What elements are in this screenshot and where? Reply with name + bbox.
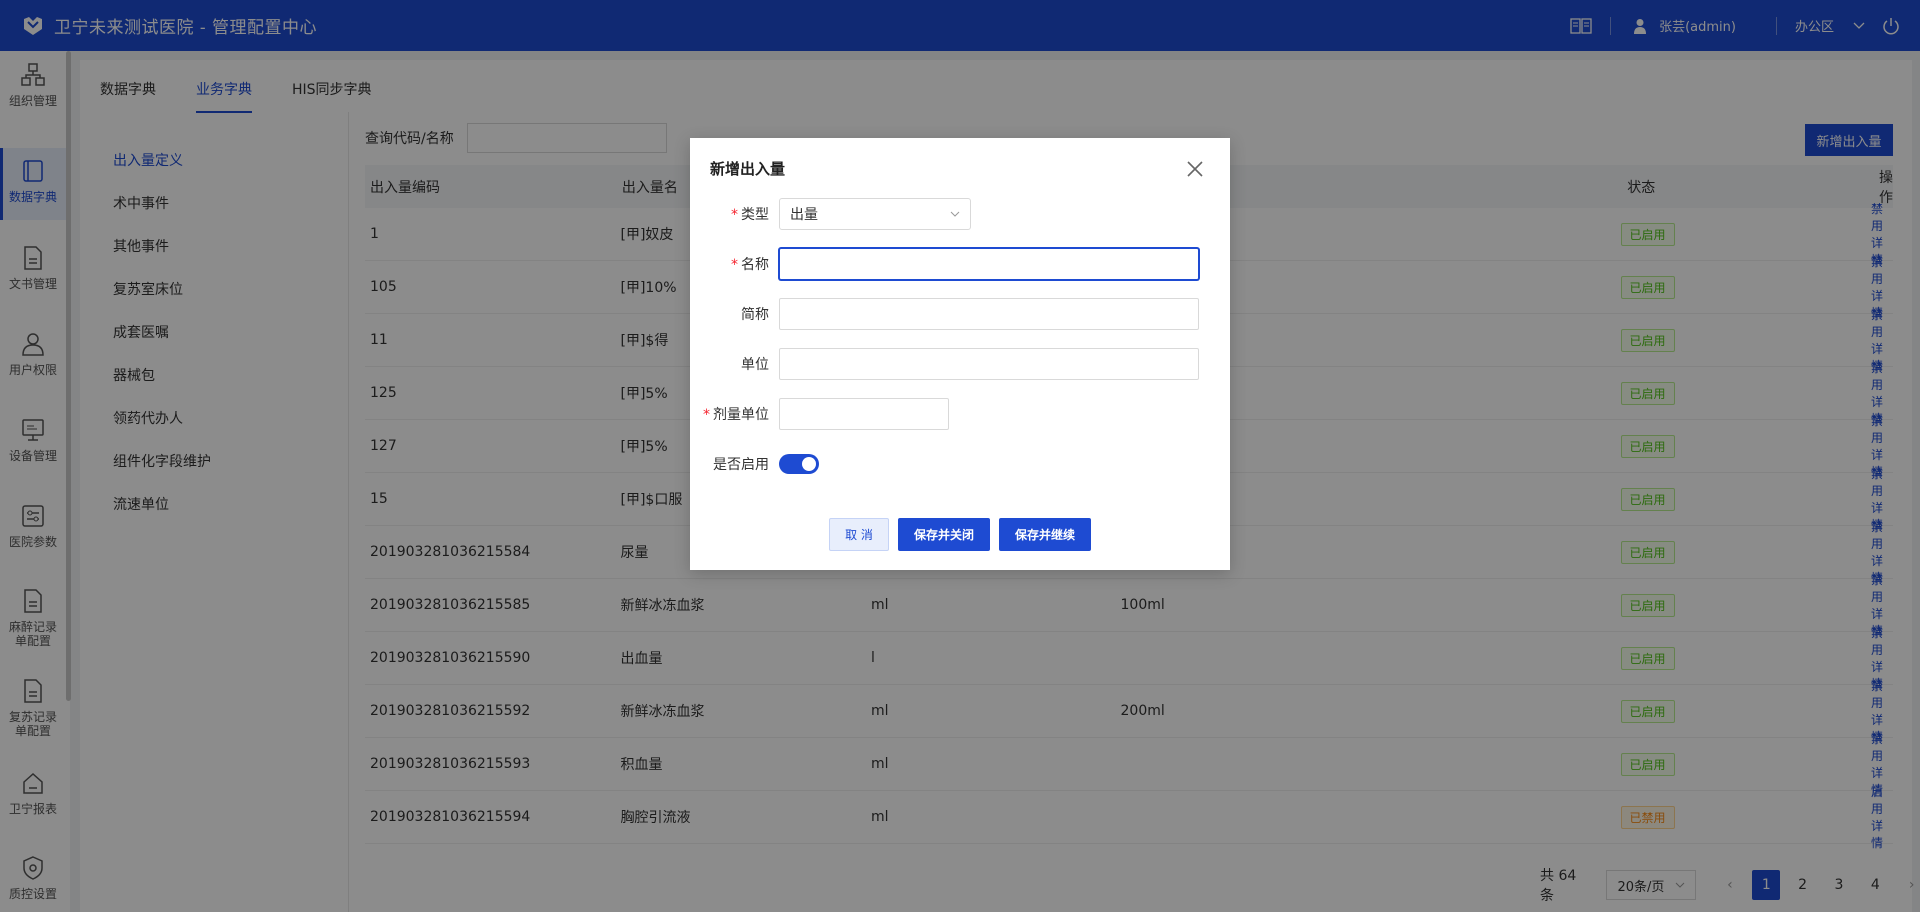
field-label: 剂量单位 <box>713 407 769 423</box>
enabled-label: 是否启用 <box>713 457 769 473</box>
name-input[interactable] <box>779 248 1199 280</box>
name-row: * 名称 <box>690 248 1230 280</box>
cancel-button[interactable]: 取 消 <box>829 518 889 551</box>
toggle-knob <box>802 457 816 471</box>
chevron-down-icon <box>950 211 960 217</box>
name-label: * 名称 <box>690 254 779 274</box>
field-label: 类型 <box>741 207 769 223</box>
dose-unit-label: * 剂量单位 <box>690 404 779 424</box>
enabled-row: 是否启用 <box>690 448 1230 480</box>
unit-row: 单位 <box>690 348 1230 380</box>
unit-label: 单位 <box>741 357 769 373</box>
save-close-button[interactable]: 保存并关闭 <box>898 518 990 551</box>
add-io-dialog: 新增出入量 * 类型 出量 * 名称 简称 单位 * 剂量单位 是否启用 取 消 保存… <box>690 138 1230 570</box>
unit-input[interactable] <box>779 348 1199 380</box>
required-mark: * <box>703 407 710 423</box>
field-label: 名称 <box>741 257 769 273</box>
save-continue-button[interactable]: 保存并继续 <box>999 518 1091 551</box>
dose-unit-input[interactable] <box>779 398 949 430</box>
type-select[interactable]: 出量 <box>779 198 971 230</box>
required-mark: * <box>731 257 738 273</box>
type-value: 出量 <box>790 207 818 223</box>
type-label: * 类型 <box>690 204 779 224</box>
enabled-toggle[interactable] <box>779 454 819 474</box>
required-mark: * <box>731 207 738 223</box>
short-name-input[interactable] <box>779 298 1199 330</box>
short-name-row: 简称 <box>690 298 1230 330</box>
close-icon[interactable] <box>1186 160 1204 178</box>
short-name-label: 简称 <box>741 307 769 323</box>
dialog-title: 新增出入量 <box>710 160 786 178</box>
dose-unit-row: * 剂量单位 <box>690 398 1230 430</box>
type-row: * 类型 出量 <box>690 198 1230 230</box>
